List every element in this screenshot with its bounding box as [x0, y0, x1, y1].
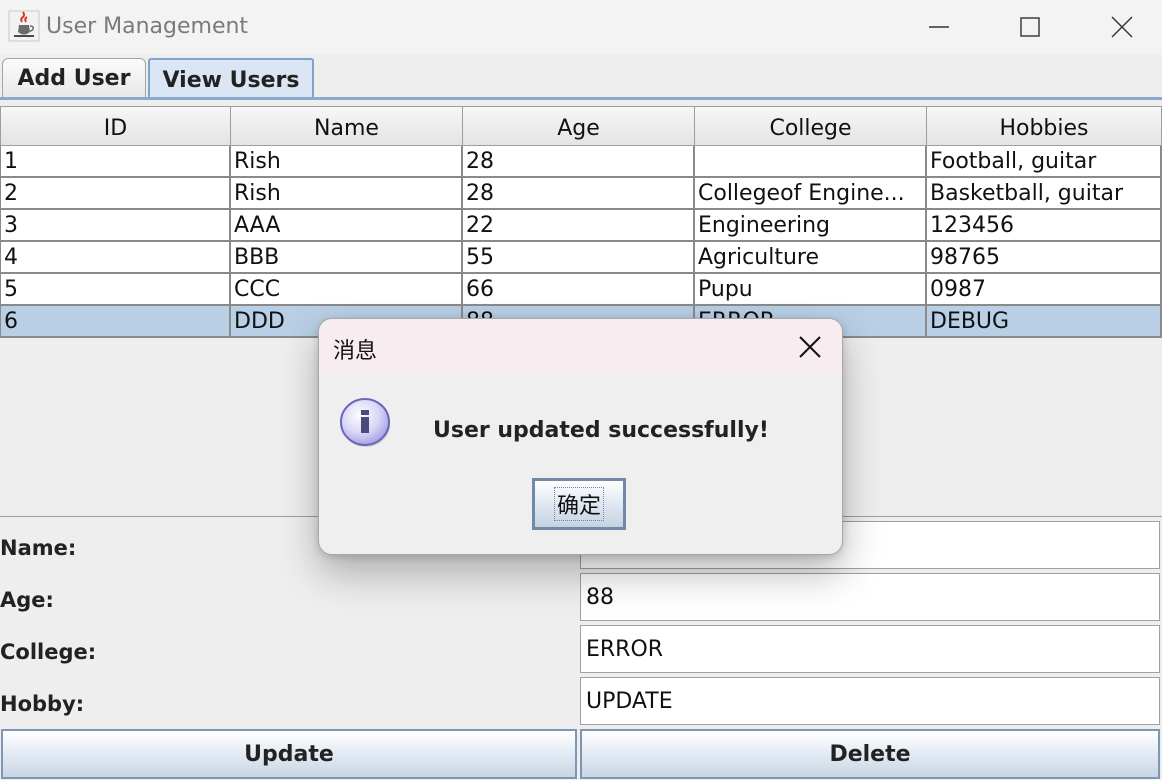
message-dialog: 消息 User updated successfully! 确定 — [318, 318, 843, 555]
ok-button[interactable]: 确定 — [532, 478, 626, 530]
cell-college: Collegeof Engine... — [695, 178, 927, 210]
cell-name: CCC — [231, 274, 463, 306]
dialog-title-bar: 消息 — [319, 319, 842, 375]
cell-id: 4 — [0, 242, 231, 274]
cell-id: 5 — [0, 274, 231, 306]
java-coffee-cup-icon — [8, 10, 40, 42]
info-icon — [340, 398, 390, 447]
dialog-title: 消息 — [333, 339, 378, 364]
cell-name: Rish — [231, 146, 463, 178]
window-title: User Management — [46, 14, 249, 39]
update-button[interactable]: Update — [1, 729, 577, 779]
minimize-icon — [929, 26, 949, 28]
cell-hobbies: 0987 — [927, 274, 1162, 306]
cell-hobbies: 98765 — [927, 242, 1162, 274]
cell-college: Pupu — [695, 274, 927, 306]
cell-hobbies: DEBUG — [927, 306, 1162, 338]
college-field[interactable]: ERROR — [580, 625, 1160, 673]
college-label: College: — [0, 640, 97, 664]
tab-add-user[interactable]: Add User — [2, 58, 146, 98]
table-row[interactable]: 2 Rish 28 Collegeof Engine... Basketball… — [0, 178, 1162, 210]
tab-view-users[interactable]: View Users — [148, 58, 314, 100]
table-row[interactable]: 3 AAA 22 Engineering 123456 — [0, 210, 1162, 242]
column-header-hobbies[interactable]: Hobbies — [927, 106, 1162, 146]
close-button[interactable] — [1076, 0, 1162, 54]
tab-divider — [0, 97, 1162, 100]
cell-age: 66 — [463, 274, 695, 306]
column-header-id[interactable]: ID — [0, 106, 231, 146]
users-table: ID Name Age College Hobbies 1 Rish 28 Fo… — [0, 106, 1162, 338]
cell-college: Agriculture — [695, 242, 927, 274]
cell-name: Rish — [231, 178, 463, 210]
cell-name: BBB — [231, 242, 463, 274]
age-field[interactable]: 88 — [580, 573, 1160, 621]
cell-hobbies: Football, guitar — [927, 146, 1162, 178]
cell-age: 22 — [463, 210, 695, 242]
maximize-icon — [1020, 17, 1040, 37]
table-header: ID Name Age College Hobbies — [0, 106, 1162, 146]
delete-button[interactable]: Delete — [580, 729, 1160, 779]
dialog-close-icon[interactable] — [796, 333, 824, 361]
column-header-age[interactable]: Age — [463, 106, 695, 146]
cell-id: 1 — [0, 146, 231, 178]
hobby-label: Hobby: — [0, 692, 85, 716]
hobby-field[interactable]: UPDATE — [580, 677, 1160, 725]
column-header-name[interactable]: Name — [231, 106, 463, 146]
cell-id: 2 — [0, 178, 231, 210]
cell-age: 55 — [463, 242, 695, 274]
cell-college — [695, 146, 927, 178]
name-label: Name: — [0, 536, 77, 560]
age-label: Age: — [0, 588, 54, 612]
cell-id: 6 — [0, 306, 231, 338]
table-row[interactable]: 4 BBB 55 Agriculture 98765 — [0, 242, 1162, 274]
minimize-button[interactable] — [893, 0, 985, 54]
ok-button-label: 确定 — [553, 487, 604, 521]
close-icon — [1111, 16, 1133, 38]
cell-name: AAA — [231, 210, 463, 242]
maximize-button[interactable] — [984, 0, 1076, 54]
table-row[interactable]: 1 Rish 28 Football, guitar — [0, 146, 1162, 178]
cell-college: Engineering — [695, 210, 927, 242]
cell-hobbies: 123456 — [927, 210, 1162, 242]
column-header-college[interactable]: College — [695, 106, 927, 146]
dialog-message: User updated successfully! — [433, 418, 769, 443]
user-management-window: User Management Add User View Users ID N… — [0, 0, 1162, 780]
cell-hobbies: Basketball, guitar — [927, 178, 1162, 210]
cell-age: 28 — [463, 178, 695, 210]
title-bar: User Management — [0, 0, 1162, 54]
table-row[interactable]: 5 CCC 66 Pupu 0987 — [0, 274, 1162, 306]
cell-id: 3 — [0, 210, 231, 242]
cell-age: 28 — [463, 146, 695, 178]
